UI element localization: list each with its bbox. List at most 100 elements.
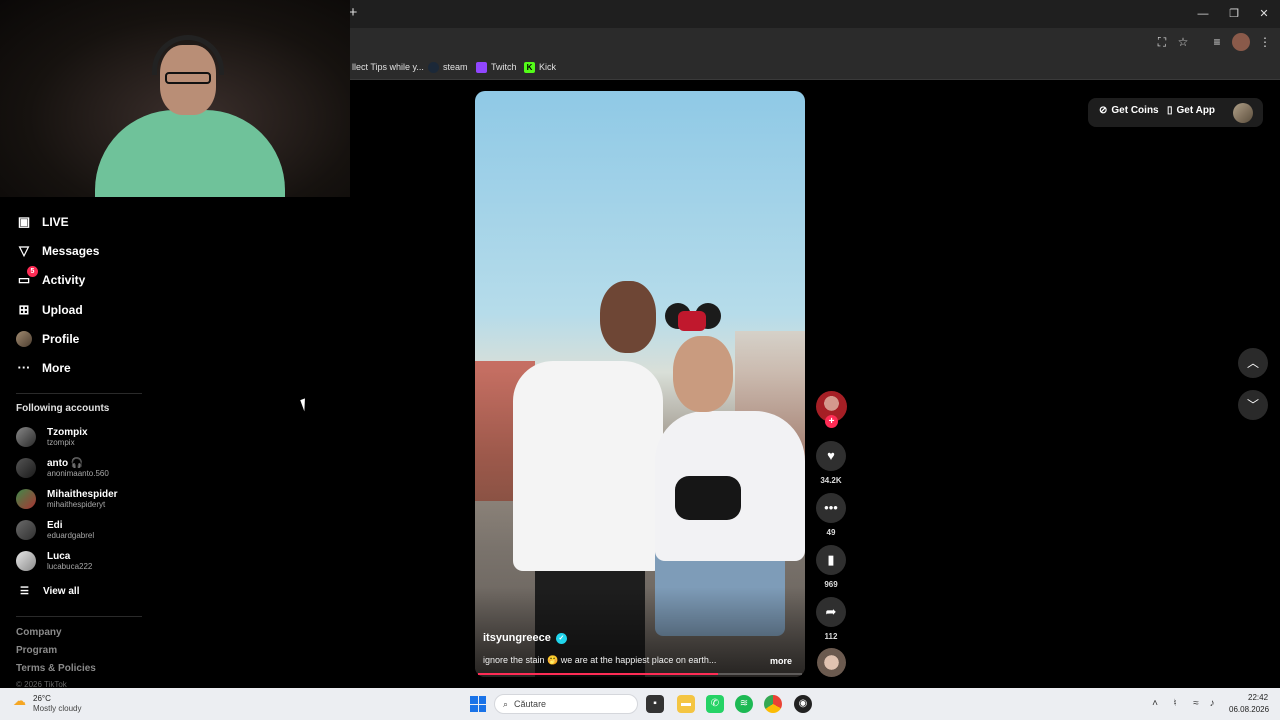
get-app-button[interactable]: ▯ Get App — [1167, 105, 1215, 116]
chrome-icon[interactable] — [764, 695, 782, 713]
sidebar-item-label: Profile — [42, 332, 80, 346]
more-icon: ··· — [17, 360, 31, 375]
follow-plus-icon[interactable]: + — [825, 415, 838, 428]
account-name: Edi — [47, 519, 63, 531]
sidebar-item-label: More — [42, 361, 71, 375]
taskbar — [0, 688, 1280, 720]
taskbar-search[interactable]: ⌕ Căutare — [494, 694, 638, 714]
whatsapp-icon[interactable]: ✆ — [706, 695, 724, 713]
obs-icon[interactable]: ◉ — [794, 695, 812, 713]
music-disc-icon[interactable] — [817, 648, 846, 677]
footer-link-company[interactable]: Company — [16, 627, 62, 638]
translate-icon[interactable]: ⛶ — [1153, 33, 1171, 51]
sidebar-item-activity[interactable]: ▭ 5 Activity — [16, 266, 86, 292]
wifi-icon[interactable]: ≈ — [1189, 697, 1203, 711]
maximize-button[interactable]: ❐ — [1220, 4, 1248, 24]
profile-avatar-icon[interactable] — [1232, 33, 1250, 51]
mouse-cursor — [300, 396, 314, 412]
bookmark-label: Twitch — [491, 62, 517, 72]
account-name: Tzompix — [47, 426, 88, 438]
account-username: lucabuca222 — [47, 561, 93, 571]
like-count: 34.2K — [820, 476, 842, 485]
activity-badge: 5 — [27, 266, 38, 277]
comment-button[interactable]: ••• — [816, 493, 846, 523]
video-person-head — [600, 281, 656, 353]
sidebar-item-upload[interactable]: ⊞ Upload — [16, 298, 83, 322]
comment-count: 49 — [826, 528, 836, 537]
view-all-label: View all — [42, 585, 80, 597]
volume-icon[interactable]: ♪ — [1205, 697, 1219, 711]
following-account[interactable]: Mihaithespider mihaithespideryt — [16, 486, 118, 512]
like-button[interactable]: ♥ — [816, 441, 846, 471]
next-video-button[interactable]: ﹀ — [1238, 390, 1268, 420]
video-author[interactable]: itsyungreece ✓ — [483, 632, 567, 644]
following-account[interactable]: Tzompix tzompix — [16, 424, 88, 450]
sidebar-item-messages[interactable]: ▽ Messages — [16, 239, 99, 263]
sidebar-item-label: LIVE — [42, 215, 69, 229]
video-bag — [675, 476, 741, 520]
streamer-shirt — [95, 110, 285, 197]
bookmark-twitch[interactable]: Twitch — [476, 60, 517, 74]
footer-link-program[interactable]: Program — [16, 645, 57, 656]
upload-icon: ⊞ — [18, 302, 30, 317]
avatar — [16, 427, 36, 447]
file-explorer-icon[interactable]: ▬ — [677, 695, 695, 713]
messages-icon: ▽ — [19, 243, 29, 258]
footer-link-terms[interactable]: Terms & Policies — [16, 663, 96, 674]
microphone-icon[interactable]: ♮ — [1168, 697, 1182, 711]
share-button[interactable]: ➦ — [816, 597, 846, 627]
weather-icon[interactable]: ☁ — [13, 694, 29, 708]
save-button[interactable]: ▮ — [816, 545, 846, 575]
tray-overflow-icon[interactable]: ˄ — [1148, 697, 1162, 711]
spotify-icon[interactable]: ≋ — [735, 695, 753, 713]
search-placeholder: Căutare — [514, 699, 547, 709]
media-control-icon[interactable]: ≡ — [1208, 33, 1226, 51]
steam-icon — [428, 61, 439, 73]
browser-menu-icon[interactable]: ⋮ — [1256, 33, 1274, 51]
sidebar-divider — [16, 393, 142, 394]
bookmark-kick[interactable]: K Kick — [524, 60, 556, 74]
bookmark-star-icon[interactable]: ☆ — [1174, 33, 1192, 51]
sidebar-item-profile[interactable]: Profile — [16, 327, 79, 351]
headphones-icon — [152, 35, 224, 75]
task-view-icon[interactable]: ▪ — [646, 695, 664, 713]
verified-icon: ✓ — [555, 632, 567, 644]
search-icon: ⌕ — [503, 698, 509, 709]
avatar — [16, 551, 36, 571]
video-player[interactable] — [475, 91, 805, 677]
list-icon: ☰ — [20, 585, 29, 597]
avatar — [16, 520, 36, 540]
clock-date[interactable]: 06.08.2026 — [1229, 705, 1269, 714]
sidebar-item-more[interactable]: ··· More — [16, 356, 71, 380]
bookmark-steam[interactable]: steam — [428, 60, 468, 74]
twitch-icon — [476, 61, 487, 73]
caption-more-button[interactable]: more — [770, 656, 792, 666]
user-avatar[interactable] — [1233, 103, 1253, 123]
start-button[interactable] — [470, 696, 486, 712]
sidebar-item-label: Activity — [42, 273, 86, 287]
following-account[interactable]: anto 🎧 anonimaanto.560 — [16, 455, 109, 481]
account-name: Mihaithespider — [47, 488, 118, 500]
video-caption: ignore the stain 🤭 we are at the happies… — [483, 655, 717, 665]
close-window-button[interactable]: ✕ — [1250, 4, 1278, 24]
view-all-button[interactable]: ☰ View all — [20, 584, 79, 598]
sidebar-divider — [16, 616, 142, 617]
clock-time[interactable]: 22:42 — [1248, 693, 1268, 702]
previous-video-button[interactable]: ︿ — [1238, 348, 1268, 378]
profile-avatar — [16, 331, 32, 347]
following-account[interactable]: Edi eduardgabrel — [16, 517, 94, 543]
video-progress-bar[interactable] — [478, 673, 802, 675]
get-coins-button[interactable]: ⊘ Get Coins — [1099, 105, 1159, 116]
account-username: tzompix — [47, 437, 75, 447]
kick-icon: K — [524, 61, 535, 73]
video-person-head — [673, 336, 733, 412]
minimize-button[interactable]: — — [1189, 4, 1217, 24]
following-account[interactable]: Luca lucabuca222 — [16, 548, 92, 574]
bookmark-label: steam — [443, 62, 468, 72]
account-username: anonimaanto.560 — [47, 468, 109, 478]
weather-desc: Mostly cloudy — [33, 704, 82, 713]
bookmark-collect-tips[interactable]: llect Tips while y... — [352, 60, 424, 74]
coin-icon: ⊘ — [1099, 105, 1108, 116]
bookmark-label: Kick — [539, 62, 557, 72]
sidebar-item-live[interactable]: ▣ LIVE — [16, 210, 69, 234]
